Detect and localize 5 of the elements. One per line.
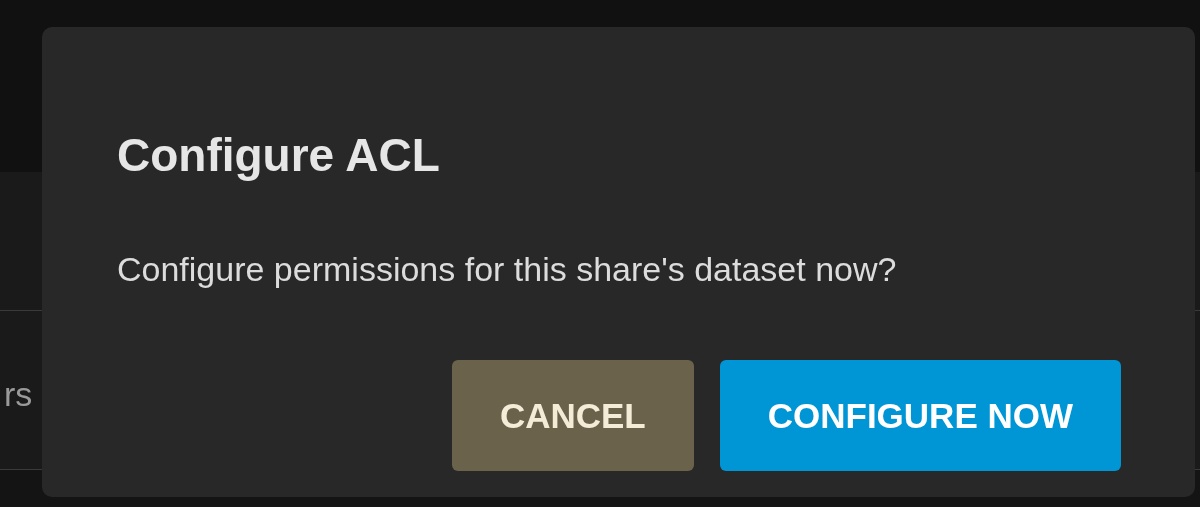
- cancel-button[interactable]: CANCEL: [451, 360, 694, 471]
- dialog-message: Configure permissions for this share's dataset now?: [117, 249, 898, 290]
- dialog-title: Configure ACL: [117, 128, 441, 183]
- row-label: rs: [4, 374, 33, 414]
- confirm-button[interactable]: CONFIGURE NOW: [719, 360, 1121, 471]
